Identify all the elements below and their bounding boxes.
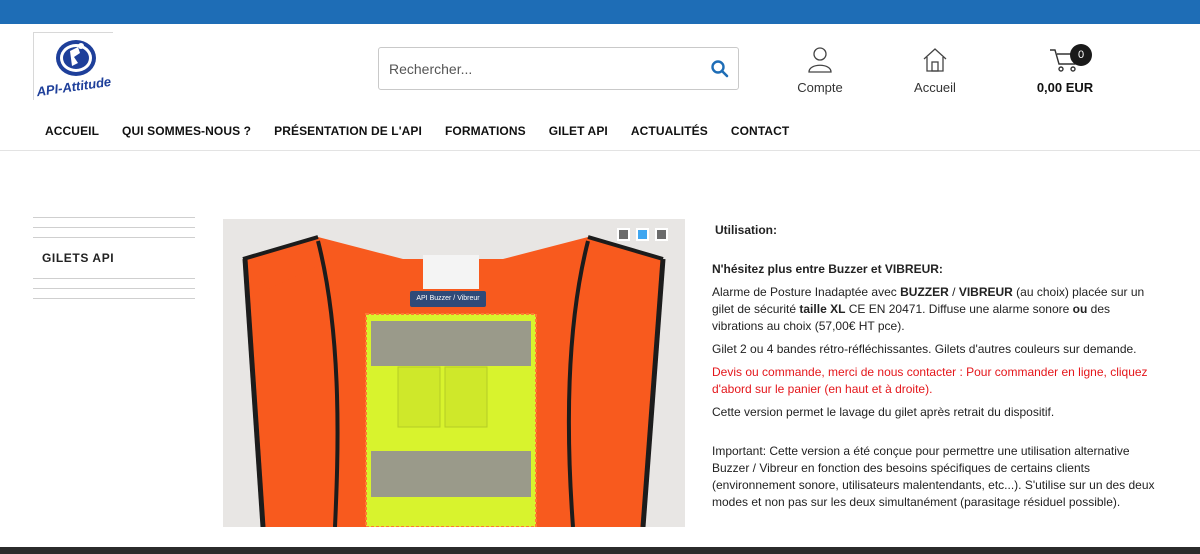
- text-bold: ou: [1072, 302, 1088, 316]
- sidebar-category-gilets-api[interactable]: GILETS API: [42, 251, 114, 265]
- cart-link[interactable]: 0 0,00 EUR: [1030, 44, 1100, 95]
- gallery-dot-3[interactable]: [655, 228, 668, 241]
- top-bar: [0, 0, 1200, 24]
- search-icon: [711, 60, 729, 78]
- logo-text: API-Attitude: [35, 74, 112, 99]
- sidebar-divider: [33, 227, 195, 228]
- gallery-dot-1[interactable]: [617, 228, 630, 241]
- home-icon: [923, 48, 947, 72]
- text-run: /: [948, 285, 959, 299]
- gallery-dot-2[interactable]: [636, 228, 649, 241]
- nav-item-gilet-api[interactable]: GILET API: [549, 124, 608, 138]
- nav-item-qui-sommes-nous[interactable]: QUI SOMMES-NOUS ?: [122, 124, 251, 138]
- text-bold: VIBREUR: [958, 285, 1013, 299]
- order-notice: Devis ou commande, merci de nous contact…: [712, 365, 1148, 396]
- gallery-pagination: [617, 228, 668, 241]
- usage-paragraph-1: Alarme de Posture Inadaptée avec BUZZER …: [712, 284, 1162, 335]
- footer-bar: [0, 547, 1200, 554]
- nav-item-presentation[interactable]: PRÉSENTATION DE L'API: [274, 124, 422, 138]
- product-gallery[interactable]: API Buzzer / Vibreur: [223, 219, 685, 527]
- sidebar-divider: [33, 278, 195, 279]
- product-description: Utilisation: N'hésitez plus entre Buzzer…: [712, 219, 1162, 511]
- cart-count-badge: 0: [1070, 44, 1092, 66]
- badge-label: API Buzzer / Vibreur: [410, 291, 486, 307]
- search-box: [378, 47, 739, 90]
- sidebar-divider: [33, 298, 195, 299]
- home-link[interactable]: Accueil: [905, 46, 965, 95]
- sidebar-divider: [33, 217, 195, 218]
- home-label: Accueil: [914, 80, 956, 95]
- nav-item-actualites[interactable]: ACTUALITÉS: [631, 124, 708, 138]
- account-label: Compte: [797, 80, 843, 95]
- cart-total: 0,00 EUR: [1036, 80, 1094, 95]
- usage-paragraph-2: Gilet 2 ou 4 bandes rétro-réfléchissante…: [712, 342, 1137, 356]
- sidebar-divider: [33, 237, 195, 238]
- search-button[interactable]: [708, 57, 732, 81]
- logo-icon: API-Attitude: [35, 40, 112, 99]
- search-input[interactable]: [379, 48, 699, 89]
- user-icon: [808, 47, 832, 73]
- nav-item-contact[interactable]: CONTACT: [731, 124, 789, 138]
- text-bold: taille XL: [799, 302, 846, 316]
- text-run: Alarme de Posture Inadaptée avec: [712, 285, 901, 299]
- nav-item-accueil[interactable]: ACCUEIL: [45, 124, 99, 138]
- account-link[interactable]: Compte: [790, 46, 850, 95]
- text-run: CE EN 20471. Diffuse une alarme sonore: [845, 302, 1073, 316]
- sidebar-divider: [33, 288, 195, 289]
- nav-divider: [0, 150, 1200, 151]
- important-note: Important: Cette version a été conçue po…: [712, 444, 1155, 509]
- usage-heading: Utilisation:: [715, 223, 777, 237]
- text-bold: BUZZER: [900, 285, 949, 299]
- main-nav: ACCUEIL QUI SOMMES-NOUS ? PRÉSENTATION D…: [45, 124, 812, 138]
- site-logo[interactable]: API-Attitude: [33, 32, 113, 100]
- product-image: [223, 219, 685, 527]
- usage-subheading: N'hésitez plus entre Buzzer et VIBREUR:: [712, 262, 943, 276]
- usage-paragraph-4: Cette version permet le lavage du gilet …: [712, 405, 1055, 419]
- nav-item-formations[interactable]: FORMATIONS: [445, 124, 526, 138]
